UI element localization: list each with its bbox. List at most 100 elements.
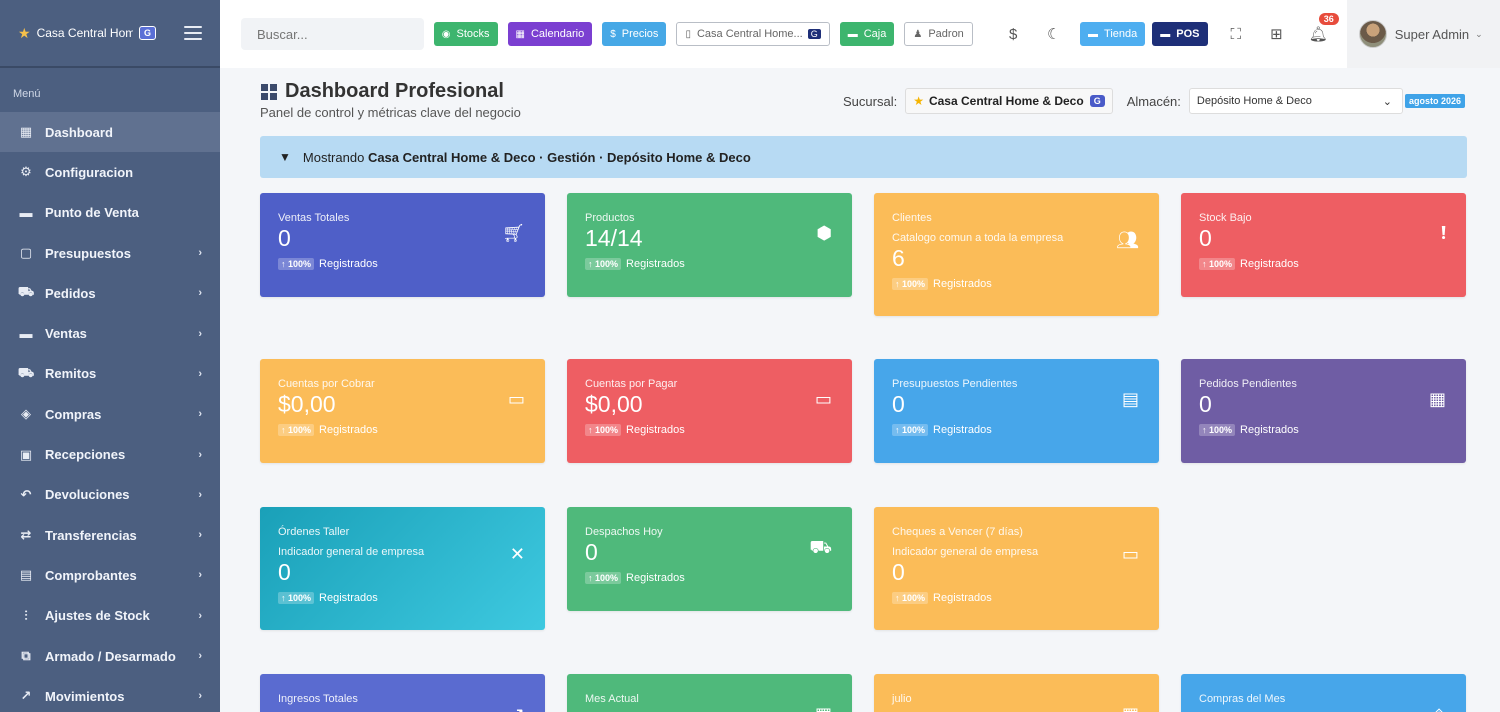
card-trend-pill: ↑ 100% <box>1199 258 1236 270</box>
sidebar-item-transferencias[interactable]: ⇄ Transferencias › <box>0 515 220 555</box>
chevron-right-icon: › <box>198 247 202 260</box>
notification-badge: 36 <box>1318 13 1339 25</box>
card-trend-pill: ↑ 100% <box>892 592 929 604</box>
brand[interactable]: ★ Casa Central Hom... G <box>0 0 220 68</box>
stat-card-cheques-a-vencer-7-dias[interactable]: Cheques a Vencer (7 días) Indicador gener… <box>874 507 1159 630</box>
sucursal-display: ★ Casa Central Home & Deco G <box>905 88 1113 114</box>
date-badge: agosto 2026 <box>1405 94 1466 108</box>
stat-card-ingresos-totales[interactable]: Ingresos Totales ↗ <box>260 674 545 712</box>
card-footer-text: Registrados <box>626 258 685 270</box>
card-label: Ingresos Totales <box>278 693 358 705</box>
card-value: 0 <box>278 559 291 585</box>
sucursal-select-label: Casa Central Home... <box>696 28 803 40</box>
receipt-icon: ▤ <box>19 567 33 583</box>
chevron-right-icon: › <box>198 569 202 582</box>
sidebar-item-label: Configuracion <box>45 164 134 180</box>
sidebar-item-devoluciones[interactable]: ↶ Devoluciones › <box>0 475 220 515</box>
calendario-button[interactable]: ▦ Calendario <box>507 22 593 46</box>
bell-icon[interactable]: 🔔︎ 36 <box>1309 13 1339 43</box>
clone-icon: ⧉ <box>21 648 31 663</box>
filter-icon: ▼ <box>279 150 291 164</box>
stocks-button[interactable]: ◉ Stocks <box>433 22 498 46</box>
info-prefix: Mostrando <box>302 149 365 165</box>
card-label: Compras del Mes <box>1199 693 1286 705</box>
tienda-button[interactable]: ▬ Tienda <box>1080 22 1146 46</box>
card-trend-pill: ↑ 100% <box>278 258 315 270</box>
stat-card-compras-del-mes[interactable]: Compras del Mes ◈ <box>1181 674 1466 712</box>
sidebar-item-movimientos[interactable]: ↗ Movimientos › <box>0 676 220 712</box>
sidebar-item-label: Compras <box>45 406 102 422</box>
stat-card-cuentas-por-cobrar[interactable]: Cuentas por Cobrar $0,00 ↑ 100% Registrados… <box>260 359 545 463</box>
sidebar-item-ventas[interactable]: ▬ Ventas › <box>0 313 220 353</box>
money-bill-icon: ▭ <box>507 389 525 409</box>
search-input[interactable] <box>241 18 424 50</box>
card-label: Productos <box>585 212 635 224</box>
card-label: julio <box>892 693 912 705</box>
sidebar-item-presupuestos[interactable]: ▢ Presupuestos › <box>0 233 220 273</box>
user-menu[interactable]: Super Admin ⌄ <box>1346 0 1500 68</box>
card-footer: ↑ 100% Registrados <box>892 278 1141 290</box>
chevron-down-icon: ⌄ <box>1475 28 1483 39</box>
stat-card-despachos-hoy[interactable]: Despachos Hoy 0 ↑ 100% Registrados ⛟ <box>567 507 852 611</box>
stat-card-ventas-totales[interactable]: Ventas Totales 0 ↑ 100% Registrados 🛒︎ <box>260 193 545 297</box>
almacen-select[interactable]: Depósito Home & Deco ⌄ <box>1188 88 1403 114</box>
pos-button[interactable]: ▬ POS <box>1152 22 1208 46</box>
card-value: 0 <box>1199 391 1212 417</box>
card-value: 0 <box>1199 225 1212 251</box>
stat-card-productos[interactable]: Productos 14/14 ↑ 100% Registrados ⬢ <box>567 193 852 297</box>
card-footer: ↑ 100% Registrados <box>278 424 527 436</box>
fullscreen-icon[interactable]: ⛶ <box>1228 26 1245 43</box>
stat-card-ordenes-taller[interactable]: Órdenes Taller Indicador general de empre… <box>260 507 545 630</box>
card-footer-text: Registrados <box>933 424 992 436</box>
dollar-icon[interactable]: $ <box>1005 26 1022 43</box>
padron-button[interactable]: ♟ Padron <box>904 22 973 46</box>
stat-card-julio[interactable]: julio ▦ <box>874 674 1159 712</box>
chevron-right-icon: › <box>198 529 202 542</box>
sucursal-select-badge: G <box>807 29 821 39</box>
stat-card-stock-bajo[interactable]: Stock Bajo 0 ↑ 100% Registrados ❗︎ <box>1181 193 1466 297</box>
card-footer: ↑ 100% Registrados <box>892 592 1141 604</box>
sucursal-select[interactable]: ▯ Casa Central Home... G <box>676 22 830 46</box>
card-trend-pill: ↑ 100% <box>585 424 622 436</box>
stat-card-presupuestos-pendientes[interactable]: Presupuestos Pendientes 0 ↑ 100% Registrado… <box>874 359 1159 463</box>
card-footer-text: Registrados <box>319 592 378 604</box>
sidebar-item-pedidos[interactable]: ⛟ Pedidos › <box>0 273 220 313</box>
apps-grid-icon[interactable]: ⊞ <box>1268 25 1285 43</box>
sidebar-item-ajustes-de-stock[interactable]: ⫶ Ajustes de Stock › <box>0 596 220 636</box>
sidebar-item-dashboard[interactable]: ▦ Dashboard <box>0 112 220 153</box>
sidebar-item-punto-de-venta[interactable]: ▬ Punto de Venta <box>0 193 220 233</box>
stat-card-mes-actual[interactable]: Mes Actual ▦ <box>567 674 852 712</box>
chevron-right-icon: › <box>198 287 202 300</box>
card-trend-pill: ↑ 100% <box>892 424 929 436</box>
precios-button[interactable]: $ Precios <box>602 22 667 46</box>
card-value: 0 <box>892 559 905 585</box>
card-label: Órdenes Taller <box>278 526 350 538</box>
bag-icon: ◈ <box>1432 704 1446 712</box>
sidebar-item-configuracion[interactable]: ⚙ Configuracion <box>0 152 220 192</box>
card-footer-text: Registrados <box>1240 258 1299 270</box>
card-value: 0 <box>278 225 291 251</box>
card-footer-text: Registrados <box>626 572 685 584</box>
card-label: Despachos Hoy <box>585 526 663 538</box>
sidebar-item-remitos[interactable]: ⛟ Remitos › <box>0 354 220 394</box>
card-icon: ▭ <box>1121 544 1139 564</box>
card-footer-text: Registrados <box>1240 424 1299 436</box>
card-footer: ↑ 100% Registrados <box>585 258 834 270</box>
sidebar-item-comprobantes[interactable]: ▤ Comprobantes › <box>0 555 220 595</box>
caja-button[interactable]: ▬ Caja <box>839 22 895 46</box>
card-footer: ↑ 100% Registrados <box>278 258 527 270</box>
sidebar-item-recepciones[interactable]: ▣ Recepciones › <box>0 434 220 474</box>
stat-card-pedidos-pendientes[interactable]: Pedidos Pendientes 0 ↑ 100% Registrados ▦ <box>1181 359 1466 463</box>
sidebar-item-armado-desarmado[interactable]: ⧉ Armado / Desarmado › <box>0 636 220 676</box>
sidebar-item-label: Ventas <box>45 326 87 342</box>
stat-card-clientes[interactable]: Clientes Catalogo comun a toda la empresa… <box>874 193 1159 316</box>
clipboard-icon: ▦ <box>1428 389 1446 409</box>
truck-icon: ⛟ <box>809 537 832 557</box>
moon-icon[interactable]: ☾ <box>1045 25 1062 43</box>
hamburger-menu-icon[interactable] <box>184 26 202 40</box>
calendar-icon: ▦ <box>515 28 525 40</box>
file-icon: ▢ <box>19 245 33 261</box>
sidebar-item-compras[interactable]: ◈ Compras › <box>0 394 220 434</box>
page-title-text: Dashboard Profesional <box>285 80 504 102</box>
stat-card-cuentas-por-pagar[interactable]: Cuentas por Pagar $0,00 ↑ 100% Registrados ▭ <box>567 359 852 463</box>
